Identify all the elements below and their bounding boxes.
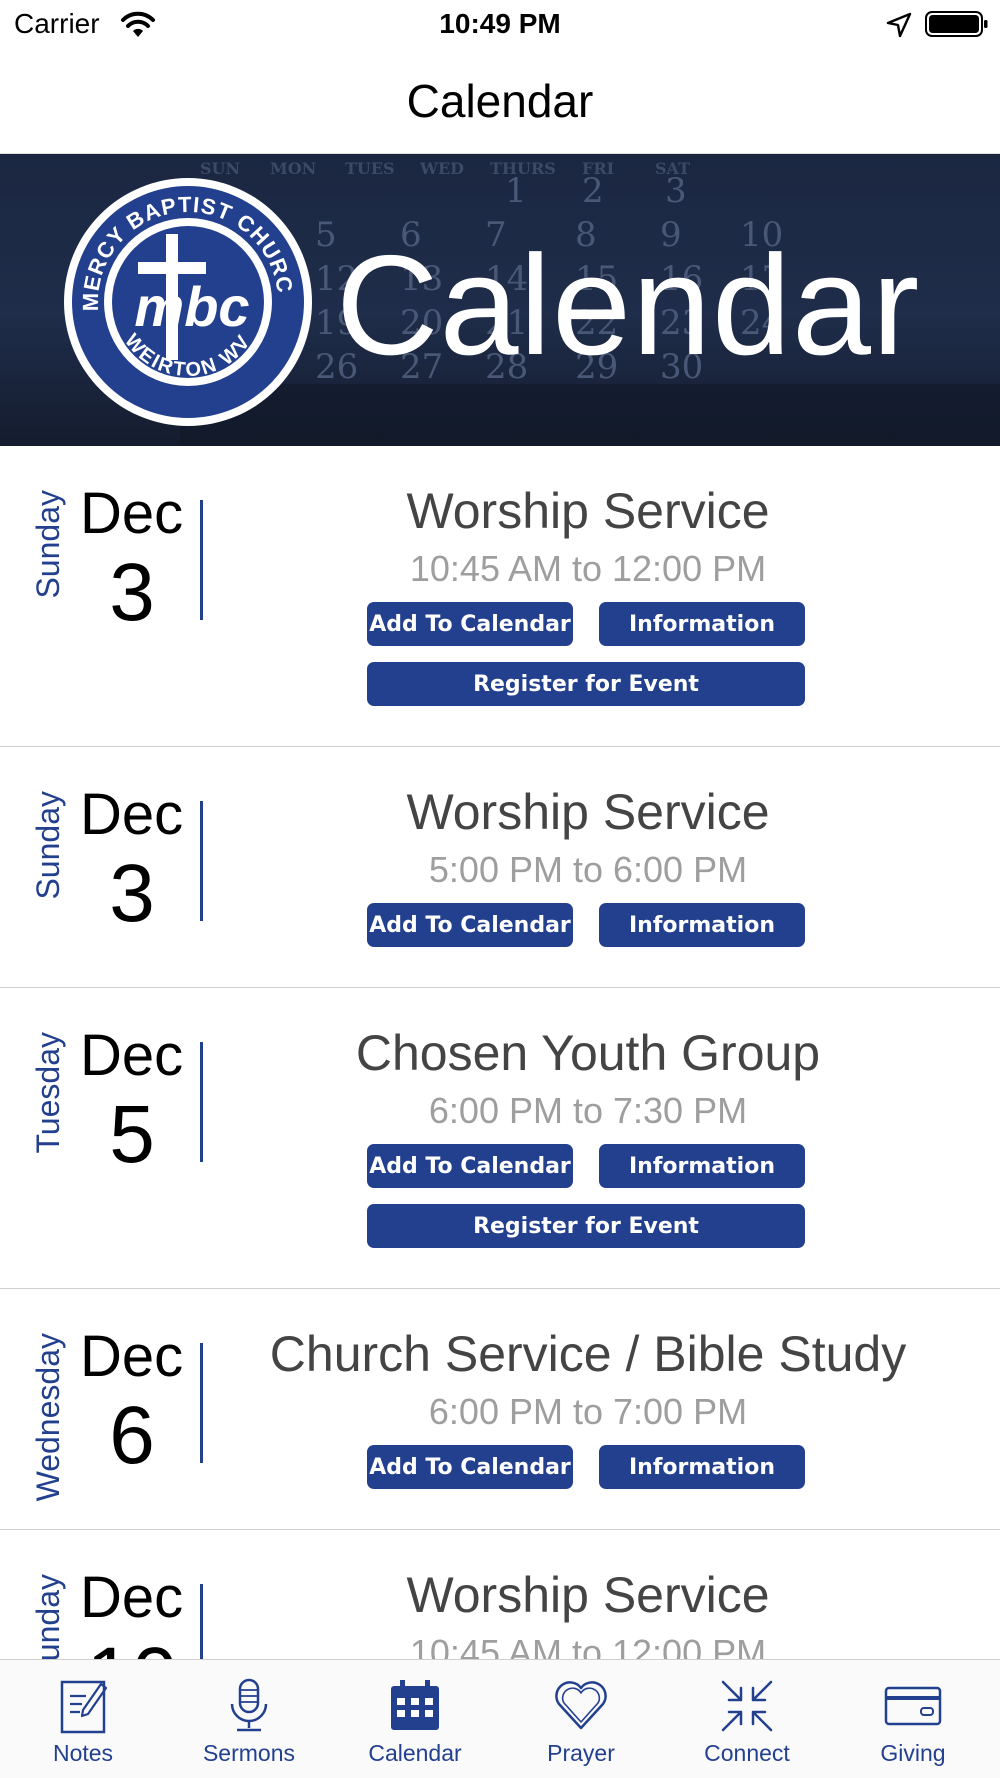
tab-calendar[interactable]: Calendar bbox=[332, 1660, 498, 1778]
event-month: Dec bbox=[80, 1023, 184, 1088]
location-arrow-icon bbox=[886, 12, 912, 38]
microphone-icon bbox=[230, 1678, 268, 1732]
event-title: Worship Service bbox=[406, 483, 770, 539]
event-time: 6:00 PM to 7:00 PM bbox=[428, 1391, 748, 1432]
svg-text:3: 3 bbox=[665, 171, 687, 211]
connect-icon bbox=[721, 1680, 773, 1732]
event-day: 10 bbox=[80, 1630, 184, 1659]
heart-icon bbox=[555, 1681, 607, 1730]
list-item: Sunday Dec 3 Worship Service 10:45 AM to… bbox=[0, 446, 1000, 747]
event-title: Worship Service bbox=[406, 784, 770, 840]
status-bar: Carrier 10:49 PM bbox=[0, 0, 1000, 50]
list-item: Wednesday Dec 6 Church Service / Bible S… bbox=[0, 1289, 1000, 1530]
list-item: Sunday Dec 3 Worship Service 5:00 PM to … bbox=[0, 747, 1000, 988]
tab-bar: Notes Sermons Calendar Prayer Connect Gi… bbox=[0, 1659, 1000, 1778]
tab-connect[interactable]: Connect bbox=[664, 1660, 830, 1778]
list-item: Tuesday Dec 5 Chosen Youth Group 6:00 PM… bbox=[0, 988, 1000, 1289]
logo-monogram: mbc bbox=[134, 275, 249, 338]
event-weekday: Tuesday bbox=[30, 1032, 66, 1154]
event-time: 5:00 PM to 6:00 PM bbox=[428, 849, 748, 890]
event-time: 6:00 PM to 7:30 PM bbox=[428, 1090, 748, 1131]
add-to-calendar-button[interactable]: Add To Calendar bbox=[367, 903, 573, 947]
credit-card-icon bbox=[884, 1686, 942, 1726]
page-title: Calendar bbox=[406, 75, 594, 127]
events-list[interactable]: Sunday Dec 3 Worship Service 10:45 AM to… bbox=[0, 446, 1000, 1659]
register-for-event-button[interactable]: Register for Event bbox=[367, 1204, 805, 1248]
svg-text:5: 5 bbox=[315, 215, 337, 255]
tab-label: Sermons bbox=[202, 1740, 296, 1766]
tab-label: Giving bbox=[880, 1740, 946, 1766]
calendar-icon bbox=[391, 1680, 439, 1730]
add-to-calendar-button[interactable]: Add To Calendar bbox=[367, 1445, 573, 1489]
notes-icon bbox=[60, 1680, 108, 1734]
calendar-banner: SUN MON TUES WED THURS FRI SAT 123 5 6 7 8 9 10 12 1… bbox=[0, 154, 1000, 446]
information-button[interactable]: Information bbox=[599, 1144, 805, 1188]
battery-icon bbox=[925, 11, 988, 37]
event-day: 3 bbox=[109, 848, 155, 939]
event-weekday: Sunday bbox=[30, 490, 66, 599]
event-title: Church Service / Bible Study bbox=[269, 1326, 907, 1382]
event-day: 3 bbox=[109, 547, 155, 638]
information-button[interactable]: Information bbox=[599, 1445, 805, 1489]
add-to-calendar-button[interactable]: Add To Calendar bbox=[367, 1144, 573, 1188]
event-title: Chosen Youth Group bbox=[355, 1025, 821, 1081]
list-item: Sunday Dec 10 Worship Service 10:45 AM t… bbox=[0, 1530, 1000, 1659]
nav-bar: Calendar bbox=[0, 50, 1000, 154]
information-button[interactable]: Information bbox=[599, 903, 805, 947]
event-time: 10:45 AM to 12:00 PM bbox=[409, 1632, 767, 1659]
event-month: Dec bbox=[80, 1565, 184, 1630]
clock: 10:49 PM bbox=[439, 8, 561, 39]
tab-label: Calendar bbox=[368, 1740, 462, 1766]
tab-prayer[interactable]: Prayer bbox=[498, 1660, 664, 1778]
calendar-day-header: TUES bbox=[345, 159, 395, 178]
event-weekday: Sunday bbox=[30, 1574, 66, 1659]
calendar-day-header: WED bbox=[419, 159, 464, 178]
event-month: Dec bbox=[80, 481, 184, 546]
church-logo: MERCY BAPTIST CHURCH WEIRTON WV mbc bbox=[62, 176, 312, 426]
event-month: Dec bbox=[80, 1324, 184, 1389]
tab-sermons[interactable]: Sermons bbox=[166, 1660, 332, 1778]
event-weekday: Wednesday bbox=[30, 1333, 66, 1502]
event-weekday: Sunday bbox=[30, 791, 66, 900]
event-time: 10:45 AM to 12:00 PM bbox=[409, 548, 767, 589]
event-title: Worship Service bbox=[406, 1567, 770, 1623]
svg-text:1: 1 bbox=[505, 171, 527, 211]
tab-label: Notes bbox=[52, 1740, 114, 1766]
information-button[interactable]: Information bbox=[599, 602, 805, 646]
event-month: Dec bbox=[80, 782, 184, 847]
svg-text:2: 2 bbox=[582, 171, 604, 211]
add-to-calendar-button[interactable]: Add To Calendar bbox=[367, 602, 573, 646]
tab-label: Prayer bbox=[547, 1740, 615, 1766]
tab-giving[interactable]: Giving bbox=[830, 1660, 996, 1778]
tab-notes[interactable]: Notes bbox=[0, 1660, 166, 1778]
banner-title: Calendar bbox=[336, 226, 921, 385]
event-day: 6 bbox=[109, 1390, 155, 1481]
register-for-event-button[interactable]: Register for Event bbox=[367, 662, 805, 706]
event-day: 5 bbox=[109, 1089, 155, 1180]
tab-label: Connect bbox=[704, 1740, 790, 1766]
